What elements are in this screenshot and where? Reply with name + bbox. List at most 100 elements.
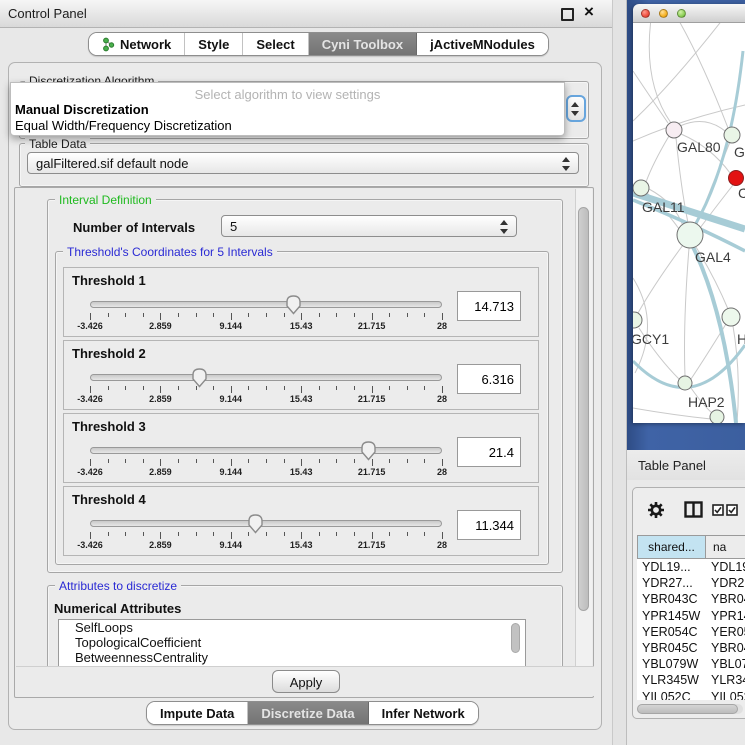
table-row[interactable]: YDR27...YDR27... (637, 575, 745, 591)
tick-label: 9.144 (220, 394, 243, 404)
network-node[interactable] (677, 222, 703, 248)
settings-viewport: Interval Definition Number of Intervals … (16, 189, 577, 668)
network-node[interactable] (633, 180, 649, 196)
number-of-intervals-combobox[interactable]: 5 (221, 215, 517, 237)
network-node[interactable] (710, 410, 724, 423)
threshold-value-field[interactable]: 6.316 (457, 364, 521, 394)
cell-name: YLR345W (711, 673, 745, 687)
network-node[interactable] (729, 171, 744, 186)
threshold-value-field[interactable]: 14.713 (457, 291, 521, 321)
table-row[interactable]: YBR043CYBR043C (637, 591, 745, 607)
algorithm-option[interactable]: Manual Discretization (14, 102, 555, 118)
network-edge[interactable] (638, 245, 683, 313)
attribute-item[interactable]: TopologicalCoefficient (59, 635, 525, 650)
minimize-light-yellow[interactable] (659, 9, 668, 18)
tick-label: -3.426 (77, 394, 103, 404)
apply-button[interactable]: Apply (272, 670, 340, 693)
table-row[interactable]: YDL19...YDL19... (637, 559, 745, 575)
table-hscrollbar[interactable] (637, 704, 743, 714)
table-row[interactable]: YBL079WYBL079W (637, 656, 745, 672)
threshold-value-field[interactable]: 11.344 (457, 510, 521, 540)
tick-label: 28 (437, 467, 447, 477)
close-light-red[interactable] (641, 9, 650, 18)
tab-label: Network (120, 37, 171, 52)
tab-label: Infer Network (382, 706, 465, 721)
slider-ticks (90, 459, 442, 467)
network-node-label: HAP2 (688, 394, 725, 410)
number-of-intervals-value: 5 (230, 219, 237, 234)
network-node[interactable] (666, 122, 682, 138)
network-node-label: H (737, 331, 745, 347)
tick-label: 2.859 (149, 467, 172, 477)
float-window-icon[interactable] (561, 8, 574, 21)
threshold-slider-track[interactable] (90, 447, 442, 454)
network-node-label: GAL (734, 144, 745, 160)
tab-network[interactable]: Network (89, 33, 185, 55)
network-edge[interactable] (633, 71, 668, 123)
zoom-light-green[interactable] (677, 9, 686, 18)
algorithm-combobox[interactable] (566, 95, 586, 122)
tab-jactivemnodules[interactable]: jActiveMNodules (417, 33, 548, 55)
split-columns-icon[interactable] (684, 501, 703, 518)
settings-scrollbar-thumb[interactable] (578, 207, 589, 611)
network-edge[interactable] (678, 23, 728, 128)
checkbox-checked-icon[interactable] (712, 504, 724, 516)
network-edge[interactable] (685, 248, 690, 376)
tab-discretize-data[interactable]: Discretize Data (248, 702, 368, 724)
network-window: GAL80GALCGAL11GAL4GCY1HHAP2 (633, 4, 745, 423)
network-edge[interactable] (649, 23, 671, 123)
tab-cyni-toolbox[interactable]: Cyni Toolbox (309, 33, 417, 55)
table-row[interactable]: YIL052C YIL052C (637, 689, 745, 701)
threshold-slider-thumb[interactable] (247, 513, 264, 534)
close-icon[interactable]: × (581, 1, 597, 23)
algorithm-option[interactable]: Equal Width/Frequency Discretization (14, 118, 555, 134)
threshold-list: Threshold 1-3.4262.8599.14415.4321.71528… (63, 267, 539, 559)
network-node[interactable] (722, 308, 740, 326)
threshold-slider-thumb[interactable] (285, 294, 302, 315)
network-node[interactable] (724, 127, 740, 143)
tick-label: 9.144 (220, 321, 243, 331)
gear-icon[interactable] (646, 500, 666, 520)
network-edge[interactable] (633, 23, 723, 121)
threshold-slider-thumb[interactable] (191, 367, 208, 388)
cell-shared-name: YBL079W (642, 657, 698, 671)
network-canvas[interactable]: GAL80GALCGAL11GAL4GCY1HHAP2 (633, 23, 745, 423)
tab-impute-data[interactable]: Impute Data (147, 702, 248, 724)
slider-tick-labels: -3.4262.8599.14415.4321.71528 (90, 540, 442, 550)
numerical-attributes-list[interactable]: SelfLoopsTopologicalCoefficientBetweenne… (58, 619, 526, 668)
checkbox-checked-icon[interactable] (726, 504, 738, 516)
attributes-list-scrollbar[interactable] (511, 623, 520, 653)
threshold-slider-track[interactable] (90, 520, 442, 527)
tick-label: -3.426 (77, 321, 103, 331)
network-node[interactable] (633, 312, 642, 328)
table-hscrollbar-thumb[interactable] (637, 704, 738, 714)
table-header-name[interactable]: na (706, 535, 745, 559)
network-node[interactable] (678, 376, 692, 390)
table-row[interactable]: YBR045CYBR045C (637, 640, 745, 656)
network-edge[interactable] (680, 122, 725, 131)
settings-scrollbar[interactable] (575, 189, 592, 668)
table-row[interactable]: YPR145WYPR145W (637, 608, 745, 624)
cell-shared-name: YIL052C (642, 690, 691, 701)
threshold-slider-track[interactable] (90, 374, 442, 381)
threshold-slider-thumb[interactable] (360, 440, 377, 461)
network-edge[interactable] (646, 136, 669, 182)
threshold-slider-track[interactable] (90, 301, 442, 308)
attribute-item[interactable]: BetweennessCentrality (59, 650, 525, 665)
tick-label: 2.859 (149, 540, 172, 550)
table-row[interactable]: YLR345WYLR345W (637, 672, 745, 688)
tab-infer-network[interactable]: Infer Network (369, 702, 478, 724)
tick-label: 28 (437, 540, 447, 550)
tab-select[interactable]: Select (243, 33, 308, 55)
cell-name: YER054C (711, 625, 745, 639)
tab-style[interactable]: Style (185, 33, 243, 55)
screenshot-root: Control Panel × NetworkStyleSelectCyni T… (0, 0, 745, 745)
table-row[interactable]: YER054CYER054C (637, 624, 745, 640)
table-header-shared-name[interactable]: shared... (637, 535, 706, 559)
threshold-panel: Threshold 3-3.4262.8599.14415.4321.71528… (63, 413, 539, 483)
table-card: shared... na YDL19...YDL19...YDR27...YDR… (632, 487, 745, 719)
panel-splitter[interactable] (612, 0, 627, 745)
cell-name: YIL052C (711, 690, 745, 701)
threshold-value-field[interactable]: 21.4 (457, 437, 521, 467)
attribute-item[interactable]: SelfLoops (59, 620, 525, 635)
